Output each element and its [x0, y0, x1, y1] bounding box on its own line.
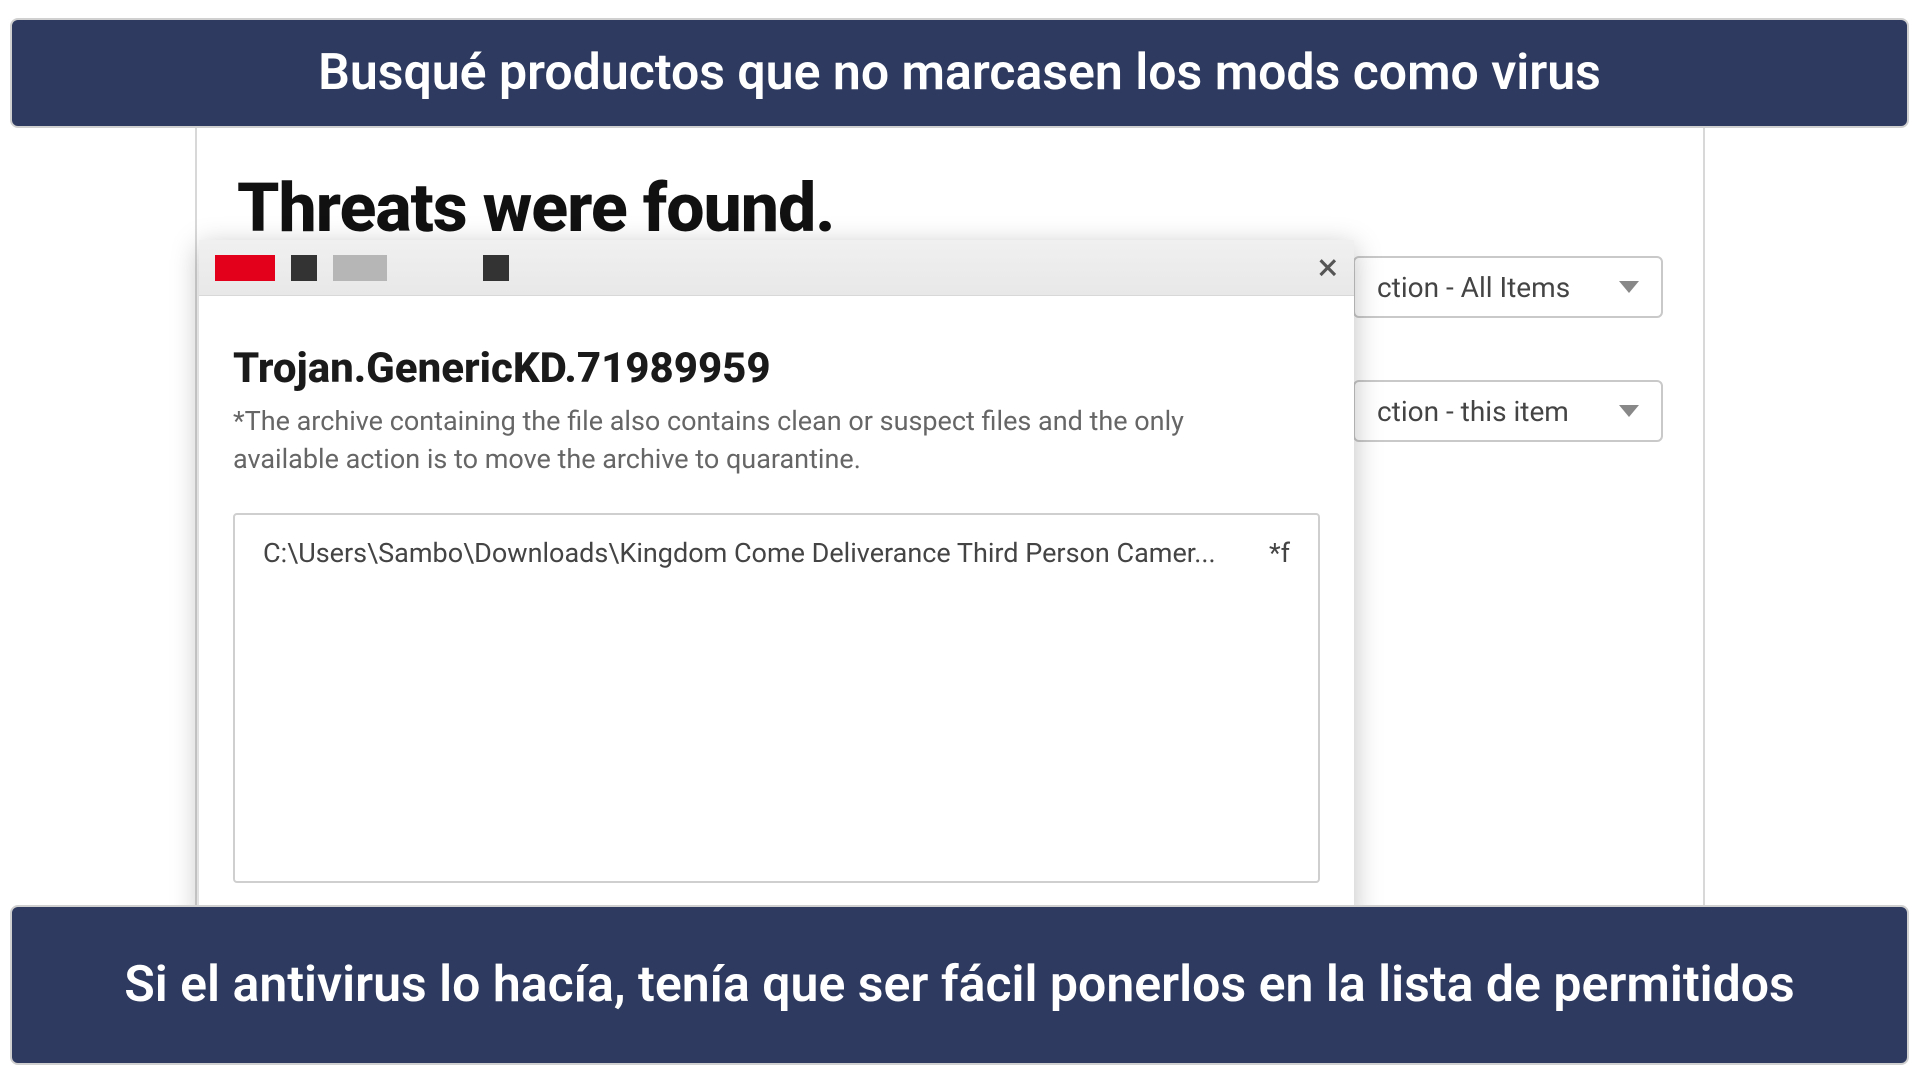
threats-heading: Threats were found.	[237, 168, 1643, 248]
action-all-items-label: ction - All Items	[1377, 271, 1570, 304]
brand-square-dark-icon	[483, 255, 509, 281]
brand-square-grey-icon	[333, 255, 387, 281]
caption-bottom-text: Si el antivirus lo hacía, tenía que ser …	[124, 954, 1795, 1017]
chevron-down-icon	[1619, 281, 1639, 293]
dialog-titlebar[interactable]: ×	[199, 240, 1354, 296]
brand-square-dark-icon	[291, 255, 317, 281]
action-all-items-dropdown[interactable]: ction - All Items	[1353, 256, 1663, 318]
threat-details-dialog: × Trojan.GenericKD.71989959 *The archive…	[199, 240, 1354, 920]
file-flag: *f	[1269, 537, 1290, 859]
file-list-box: C:\Users\Sambo\Downloads\Kingdom Come De…	[233, 513, 1320, 883]
close-icon[interactable]: ×	[1318, 249, 1338, 287]
caption-top-text: Busqué productos que no marcasen los mod…	[318, 44, 1601, 102]
brand-square-red-icon	[215, 255, 275, 281]
action-this-item-label: ction - this item	[1377, 395, 1569, 428]
file-path: C:\Users\Sambo\Downloads\Kingdom Come De…	[263, 537, 1216, 859]
chevron-down-icon	[1619, 405, 1639, 417]
threat-note: *The archive containing the file also co…	[233, 403, 1283, 479]
caption-banner-top: Busqué productos que no marcasen los mod…	[10, 18, 1909, 128]
action-this-item-dropdown[interactable]: ction - this item	[1353, 380, 1663, 442]
threat-name: Trojan.GenericKD.71989959	[233, 344, 1320, 393]
dialog-body: Trojan.GenericKD.71989959 *The archive c…	[199, 296, 1354, 913]
caption-banner-bottom: Si el antivirus lo hacía, tenía que ser …	[10, 905, 1909, 1065]
